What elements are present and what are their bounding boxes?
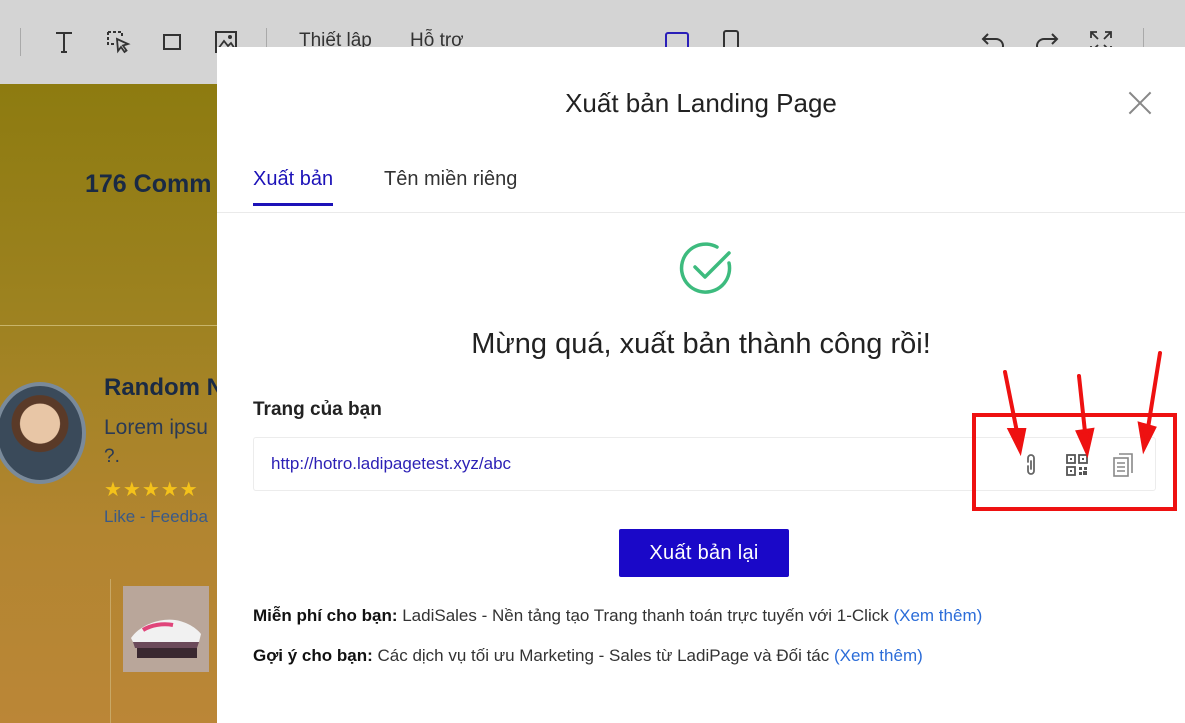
tab-publish[interactable]: Xuất bản: [253, 168, 334, 206]
select-icon[interactable]: [104, 28, 132, 56]
column-divider: [110, 579, 111, 723]
avatar: [0, 382, 86, 484]
url-label: Trang của bạn: [253, 399, 382, 420]
rating-stars: ★★★★★: [104, 479, 199, 501]
link-icon[interactable]: [1015, 450, 1047, 480]
product-image: [123, 586, 209, 672]
rectangle-icon[interactable]: [158, 28, 186, 56]
promo-see-more-link[interactable]: (Xem thêm): [834, 646, 923, 665]
promo-label: Gợi ý cho bạn:: [253, 646, 373, 665]
review-author: Random N: [104, 374, 224, 401]
tab-custom-domain[interactable]: Tên miền riêng: [384, 168, 517, 203]
review-text-continued: ?.: [104, 446, 120, 467]
publish-modal: Xuất bản Landing Page Xuất bản Tên miền …: [217, 47, 1185, 723]
published-url-link[interactable]: http://hotro.ladipagetest.xyz/abc: [271, 454, 511, 474]
promo-marketing: Gợi ý cho bạn: Các dịch vụ tối ưu Market…: [253, 646, 923, 666]
text-icon[interactable]: [50, 28, 78, 56]
close-icon[interactable]: [1127, 90, 1153, 116]
modal-title: Xuất bản Landing Page: [565, 88, 837, 118]
toolbar-divider: [20, 28, 21, 56]
copy-icon[interactable]: [1107, 450, 1139, 480]
promo-see-more-link[interactable]: (Xem thêm): [893, 606, 982, 625]
qr-code-icon[interactable]: [1061, 450, 1093, 480]
republish-button[interactable]: Xuất bản lại: [619, 529, 789, 577]
review-text: Lorem ipsu: [104, 416, 208, 439]
review-links[interactable]: Like - Feedba: [104, 507, 208, 527]
url-actions: [1015, 450, 1139, 480]
promo-text: Các dịch vụ tối ưu Marketing - Sales từ …: [372, 646, 834, 665]
url-box: http://hotro.ladipagetest.xyz/abc: [253, 437, 1156, 491]
success-message: Mừng quá, xuất bản thành công rồi!: [471, 328, 931, 360]
success-check-icon: [679, 241, 733, 295]
section-divider: [0, 325, 230, 326]
promo-ladisales: Miễn phí cho bạn: LadiSales - Nền tảng t…: [253, 606, 982, 626]
promo-label: Miễn phí cho bạn:: [253, 606, 398, 625]
modal-tabs: Xuất bản Tên miền riêng: [217, 165, 1185, 213]
promo-text: LadiSales - Nền tảng tạo Trang thanh toá…: [397, 606, 894, 625]
section-heading: 176 Comm: [85, 170, 212, 198]
